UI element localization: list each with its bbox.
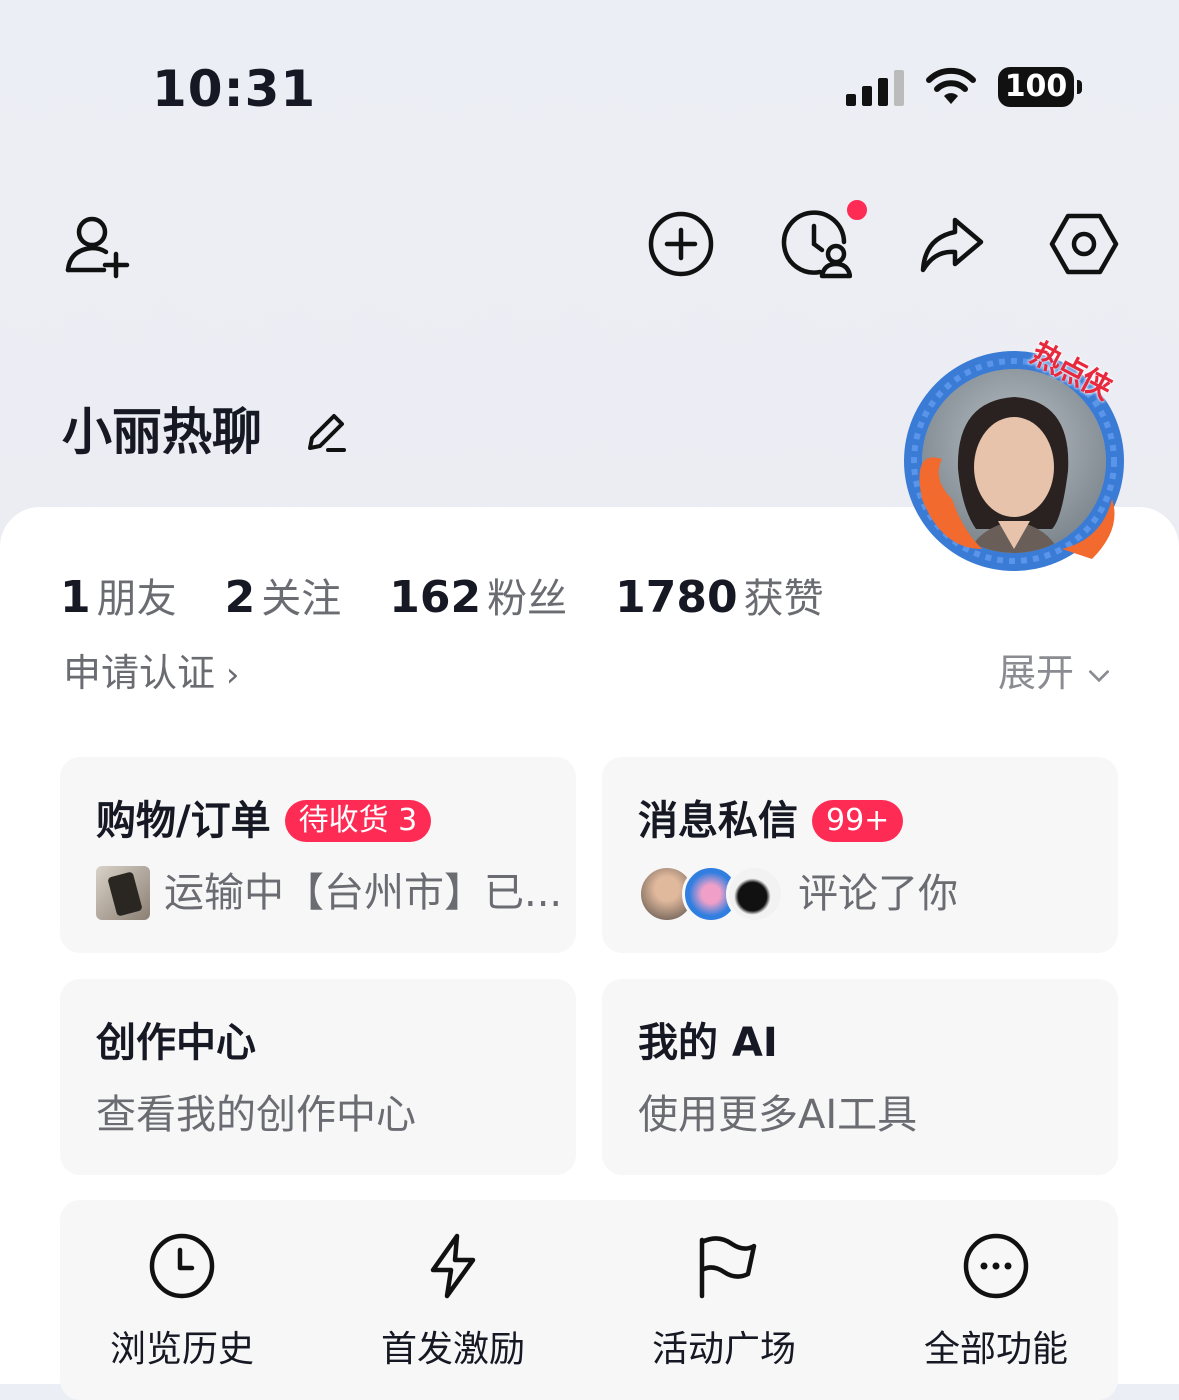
add-friend-button[interactable] — [60, 208, 132, 280]
messages-card[interactable]: 消息私信 99+ 评论了你 — [602, 757, 1118, 953]
stat-likes[interactable]: 1780 获赞 — [615, 566, 823, 624]
my-ai-card[interactable]: 我的 AI 使用更多AI工具 — [602, 979, 1118, 1175]
product-thumbnail — [96, 866, 150, 920]
expand-label: 展开 — [998, 651, 1075, 695]
shipping-status: 运输中【台州市】已... — [164, 870, 563, 916]
expand-button[interactable]: 展开 — [998, 648, 1112, 698]
messages-title: 消息私信 — [638, 798, 798, 844]
shopping-orders-card[interactable]: 购物/订单 待收货 3 运输中【台州市】已... — [60, 757, 576, 953]
visitors-button[interactable] — [780, 208, 853, 280]
apply-certification-link[interactable]: 申请认证 › — [63, 648, 239, 700]
shortcut-activity-plaza[interactable]: 活动广场 — [634, 1230, 814, 1372]
share-arrow-icon — [920, 217, 984, 273]
shortcut-bar: 浏览历史 首发激励 活动广场 全部功能 — [60, 1200, 1118, 1400]
notification-dot — [845, 198, 869, 222]
cellular-signal-icon — [846, 70, 904, 106]
chevron-down-icon — [1089, 669, 1110, 682]
stat-following[interactable]: 2 关注 — [225, 566, 342, 624]
pencil-icon — [308, 414, 346, 452]
gear-icon — [1049, 213, 1119, 275]
lightning-icon — [430, 1233, 476, 1299]
profile-name: 小丽热聊 — [62, 403, 262, 461]
shortcut-label: 活动广场 — [651, 1329, 796, 1370]
shortcut-browse-history[interactable]: 浏览历史 — [92, 1230, 272, 1372]
shopping-title: 购物/订单 — [96, 798, 271, 844]
ai-title: 我的 AI — [638, 1020, 778, 1066]
edit-name-button[interactable] — [302, 408, 350, 456]
shortcut-all-features[interactable]: 全部功能 — [906, 1230, 1086, 1372]
pending-delivery-badge: 待收货 3 — [284, 800, 432, 842]
settings-button[interactable] — [1048, 208, 1120, 280]
profile-stats: 1 朋友 2 关注 162 粉丝 1780 获赞 — [60, 566, 872, 624]
add-user-icon — [65, 216, 130, 279]
unread-count-badge: 99+ — [812, 800, 904, 842]
status-time: 10:31 — [152, 60, 317, 118]
share-button[interactable] — [915, 208, 987, 280]
create-button[interactable] — [645, 208, 717, 280]
cert-label: 申请认证 — [63, 651, 216, 695]
shortcut-label: 浏览历史 — [109, 1329, 254, 1370]
shortcut-first-release[interactable]: 首发激励 — [363, 1230, 543, 1372]
commenter-avatars — [638, 865, 784, 923]
recent-visitors-icon — [781, 210, 853, 279]
chevron-right-icon: › — [215, 655, 240, 695]
stat-followers[interactable]: 162 粉丝 — [389, 566, 567, 624]
plus-circle-icon — [648, 211, 714, 277]
battery-indicator: 100 — [998, 67, 1082, 107]
clock-icon — [149, 1233, 215, 1299]
ai-subtitle: 使用更多AI工具 — [638, 1092, 918, 1138]
comment-notice: 评论了你 — [798, 871, 958, 917]
creator-subtitle: 查看我的创作中心 — [96, 1092, 416, 1138]
stat-friends[interactable]: 1 朋友 — [60, 566, 177, 624]
creator-title: 创作中心 — [96, 1020, 256, 1066]
creator-center-card[interactable]: 创作中心 查看我的创作中心 — [60, 979, 576, 1175]
flag-icon — [699, 1236, 757, 1299]
avatar — [726, 865, 784, 923]
shortcut-label: 全部功能 — [923, 1329, 1068, 1370]
shortcut-label: 首发激励 — [380, 1329, 525, 1370]
more-icon — [963, 1233, 1029, 1299]
wifi-icon — [925, 66, 977, 106]
